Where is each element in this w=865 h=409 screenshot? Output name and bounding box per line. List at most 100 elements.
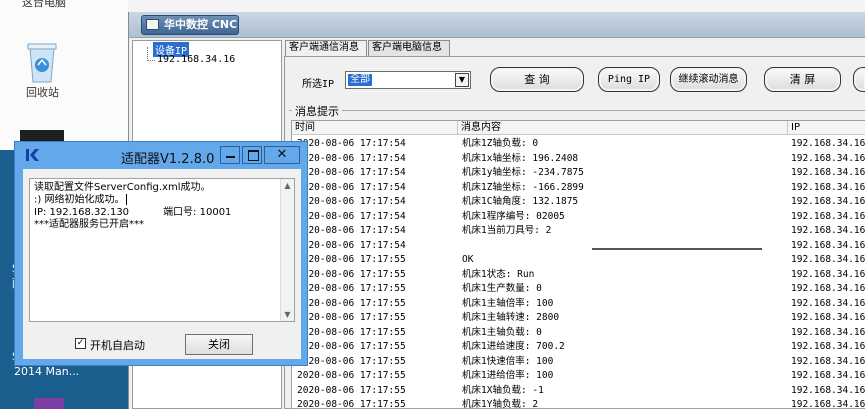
adapter-dialog-body: 读取配置文件ServerConfig.xml成功。 :) 网络初始化成功。 IP… xyxy=(23,169,301,359)
message-time-cell: 2020-08-06 17:17:55 xyxy=(297,399,406,409)
selected-ip-label: 所选IP xyxy=(302,79,335,90)
continue-scroll-button[interactable]: 继续滚动消息 xyxy=(670,67,747,92)
tree-connector xyxy=(147,47,148,61)
message-row[interactable]: 2020-08-06 17:17:54 机床1C轴角度: 132.1875 192.… xyxy=(292,195,865,208)
message-row[interactable]: 2020-08-06 17:17:55 机床1生产数量: 0 192.168.34.… xyxy=(292,282,865,295)
query-button[interactable]: 查 询 xyxy=(490,67,584,92)
message-content-cell: 机床1主轴倍率: 100 xyxy=(462,297,554,309)
desktop-this-pc-label[interactable]: 这台电脑 xyxy=(22,0,66,10)
message-ip-cell: 192.168.34.16 xyxy=(791,196,865,207)
message-content-cell: 机床1状态: Run xyxy=(462,268,535,280)
adapter-logo-icon xyxy=(26,149,39,161)
message-time-cell: 2020-08-06 17:17:55 xyxy=(297,283,406,294)
message-list-header: 时间 消息内容 IP xyxy=(292,121,865,135)
message-row[interactable]: 2020-08-06 17:17:55 机床1主轴倍率: 100 192.168.3… xyxy=(292,297,865,310)
log-line-text: IP: 192.168.32.130 xyxy=(34,206,130,218)
scroll-down-icon[interactable]: ▼ xyxy=(281,308,294,321)
close-button[interactable]: 关闭 xyxy=(185,334,253,355)
message-group-border xyxy=(289,110,865,111)
log-line-text: :) 网络初始化成功。 xyxy=(34,194,125,206)
scroll-up-icon[interactable]: ▲ xyxy=(281,179,294,192)
recycle-bin-label[interactable]: 回收站 xyxy=(26,84,59,100)
message-row[interactable]: 2020-08-06 17:17:54 机床1y轴坐标: -234.7875 192… xyxy=(292,166,865,179)
message-ip-cell: 192.168.34.16 xyxy=(791,283,865,294)
message-time-cell: 2020-08-06 17:17:55 xyxy=(297,355,406,367)
message-row[interactable]: 2020-08-06 17:17:54 机床1程序编号: 02005 192.168… xyxy=(292,210,865,223)
message-ip-cell: 192.168.34.16 xyxy=(791,167,865,178)
message-time-cell: 2020-08-06 17:17:55 xyxy=(297,341,406,352)
message-time-cell: 2020-08-06 17:17:55 xyxy=(297,312,406,323)
message-time-cell: 2020-08-06 17:17:54 xyxy=(297,167,406,178)
column-header-time[interactable]: 时间 xyxy=(292,121,458,135)
cnc-title-text: 华中数控 CNC xyxy=(164,18,238,31)
tab-client-messages[interactable]: 客户端通信消息 xyxy=(285,40,367,56)
message-ip-cell: 192.168.34.16 xyxy=(791,370,865,381)
column-header-content[interactable]: 消息内容 xyxy=(458,121,788,135)
ip-select-dropdown[interactable]: 全部 ▼ xyxy=(345,71,471,89)
message-content-cell: 机床1C轴角度: 132.1875 xyxy=(462,196,579,207)
message-ip-cell: 192.168.34.16 xyxy=(791,326,865,338)
message-content-cell: 机床1当前刀具号: 2 xyxy=(462,225,552,236)
message-row[interactable]: 2020-08-06 17:17:55 机床1快速倍率: 100 192.168.3… xyxy=(292,355,865,368)
message-time-cell: 2020-08-06 17:17:54 xyxy=(297,196,406,207)
tree-device-node[interactable]: 192.168.34.16 xyxy=(157,54,235,65)
log-scrollbar[interactable]: ▲ ▼ xyxy=(280,179,294,321)
message-time-cell: 2020-08-06 17:17:55 xyxy=(297,370,406,381)
message-ip-cell: 192.168.34.16 xyxy=(791,355,865,367)
message-row[interactable]: 2020-08-06 17:17:55 机床1进给倍率: 100 192.168.3… xyxy=(292,369,865,382)
message-row[interactable]: 2020-08-06 17:17:55 机床1Y轴负载: 2 192.168.34.… xyxy=(292,398,865,409)
tab-client-pc-info[interactable]: 客户端电脑信息 xyxy=(368,40,450,56)
log-line: ***适配器服务已开启*** xyxy=(34,218,144,230)
recycle-bin-icon[interactable] xyxy=(24,40,60,84)
message-ip-cell: 192.168.34.16 xyxy=(791,138,865,149)
close-icon[interactable]: ✕ xyxy=(264,146,300,164)
message-row[interactable]: 2020-08-06 17:17:54 192.168.34.16 xyxy=(292,239,865,252)
message-row[interactable]: 2020-08-06 17:17:55 机床1主轴负载: 0 192.168.34.… xyxy=(292,326,865,339)
log-line: 读取配置文件ServerConfig.xml成功。 xyxy=(34,182,211,193)
toolbar-overflow-button[interactable] xyxy=(853,67,865,92)
message-row[interactable]: 2020-08-06 17:17:55 机床1X轴负载: -1 192.168.34… xyxy=(292,384,865,397)
message-time-cell: 2020-08-06 17:17:55 xyxy=(297,326,406,338)
adapter-dialog-title: 适配器V1.2.8.0 xyxy=(121,152,215,167)
adapter-dialog: 适配器V1.2.8.0 ✕ 读取配置文件ServerConfig.xml成功。 … xyxy=(14,141,308,366)
message-row[interactable]: 2020-08-06 17:17:54 机床1当前刀具号: 2 192.168.34… xyxy=(292,224,865,237)
message-content-cell: 机床1X轴负载: -1 xyxy=(462,384,544,396)
desktop-shortcut-label[interactable]: 2014 Man... xyxy=(14,365,79,378)
message-ip-cell: 192.168.34.16 xyxy=(791,341,865,352)
message-row[interactable]: 2020-08-06 17:17:55 机床1主轴转速: 2800 192.168.… xyxy=(292,311,865,324)
message-content-cell: 机床1x轴坐标: 196.2408 xyxy=(462,152,579,164)
message-row[interactable]: 2020-08-06 17:17:55 机床1状态: Run 192.168.34.… xyxy=(292,268,865,281)
maximize-icon[interactable] xyxy=(242,146,262,164)
message-row[interactable]: 2020-08-06 17:17:54 机床1Z轴坐标: -166.2899 192… xyxy=(292,181,865,194)
clear-screen-button[interactable]: 清 屏 xyxy=(764,67,841,92)
desktop-icon-purple xyxy=(34,398,64,409)
cnc-title-tab[interactable]: 华中数控 CNC xyxy=(141,15,239,35)
message-row[interactable]: 2020-08-06 17:17:54 机床1x轴坐标: 196.2408 192.… xyxy=(292,152,865,165)
message-ip-cell: 192.168.34.16 xyxy=(791,239,865,251)
message-ip-cell: 192.168.34.16 xyxy=(791,384,865,396)
message-time-cell: 2020-08-06 17:17:54 xyxy=(297,210,406,222)
autostart-checkbox[interactable]: ✓ xyxy=(75,338,86,349)
ping-ip-button[interactable]: Ping IP xyxy=(598,67,660,92)
adapter-log-textbox[interactable]: 读取配置文件ServerConfig.xml成功。 :) 网络初始化成功。 IP… xyxy=(29,178,295,322)
message-time-cell: 2020-08-06 17:17:54 xyxy=(297,225,406,236)
message-ip-cell: 192.168.34.16 xyxy=(791,181,865,193)
message-content-cell: 机床1Y轴负载: 2 xyxy=(462,399,539,409)
message-content-cell: 机床1程序编号: 02005 xyxy=(462,210,565,222)
message-time-cell: 2020-08-06 17:17:54 xyxy=(297,181,406,193)
message-time-cell: 2020-08-06 17:17:55 xyxy=(297,384,406,396)
message-group-label: 消息提示 xyxy=(292,103,342,119)
message-row[interactable]: 2020-08-06 17:17:55 OK 192.168.34.16 xyxy=(292,253,865,266)
message-time-cell: 2020-08-06 17:17:54 xyxy=(297,239,406,251)
autostart-label[interactable]: 开机自启动 xyxy=(90,337,145,353)
message-row[interactable]: 2020-08-06 17:17:55 机床1进给速度: 700.2 192.168… xyxy=(292,340,865,353)
chevron-down-icon[interactable]: ▼ xyxy=(455,73,469,87)
cnc-title-bar[interactable]: 华中数控 CNC xyxy=(129,12,865,38)
message-content-cell: 机床1生产数量: 0 xyxy=(462,283,542,294)
log-line: IP: 192.168.32.130 端口号: 10001 xyxy=(34,207,290,219)
message-list[interactable]: 时间 消息内容 IP 2020-08-06 17:17:54 机床1Z轴负载: 0… xyxy=(291,120,865,409)
message-time-cell: 2020-08-06 17:17:55 xyxy=(297,268,406,280)
minimize-icon[interactable] xyxy=(220,146,240,164)
column-header-ip[interactable]: IP xyxy=(788,121,865,135)
message-row[interactable]: 2020-08-06 17:17:54 机床1Z轴负载: 0 192.168.34.… xyxy=(292,137,865,150)
